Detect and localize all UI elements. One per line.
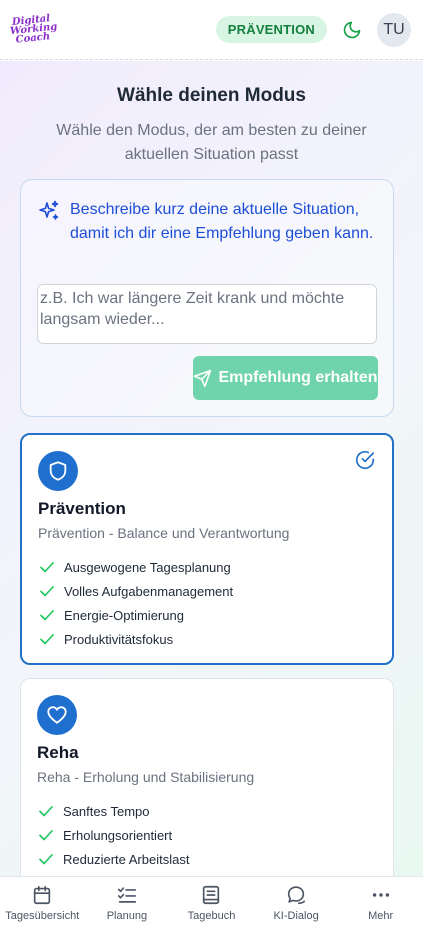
- get-recommendation-label: Empfehlung erhalten: [218, 369, 378, 386]
- situation-input[interactable]: [37, 284, 377, 344]
- check-icon: [40, 634, 54, 645]
- header-actions: PRÄVENTION TU: [215, 12, 411, 47]
- recommendation-prompt: Beschreibe kurz deine aktuelle Situation…: [70, 201, 374, 242]
- main-content: Wähle deinen Modus Wähle den Modus, der …: [0, 61, 423, 876]
- nav-item-ki-dialog[interactable]: KI-Dialog: [254, 877, 339, 927]
- nav-label: KI-Dialog: [273, 910, 319, 922]
- selected-check-icon: [354, 449, 378, 473]
- check-icon: [40, 586, 54, 597]
- calendar-icon: [34, 885, 51, 905]
- nav-item-mehr[interactable]: Mehr: [338, 877, 423, 927]
- app-header: Digital Working Coach PRÄVENTION TU: [0, 0, 423, 60]
- feature-text: Produktivitätsfokus: [64, 631, 174, 647]
- nav-label: Planung: [106, 910, 148, 922]
- feature-text: Reduzierte Arbeitslast: [63, 851, 190, 867]
- shield-icon: [38, 451, 78, 491]
- feature-list: Sanftes Tempo Erholungsorientiert Reduzi…: [37, 799, 189, 871]
- mode-description: Prävention - Balance und Verantwortung: [38, 525, 290, 541]
- check-icon: [39, 806, 53, 817]
- mode-card-praevention[interactable]: Prävention Prävention - Balance und Vera…: [20, 433, 394, 665]
- mode-card-reha[interactable]: Reha Reha - Erholung und Stabilisierung …: [20, 678, 394, 876]
- feature-item: Sanftes Tempo: [37, 799, 189, 823]
- nav-label: Tagesübersicht: [5, 910, 80, 922]
- nav-item-planung[interactable]: Planung: [85, 877, 170, 927]
- page-title: Wähle deinen Modus: [117, 85, 306, 106]
- heart-icon: [37, 695, 77, 735]
- user-avatar[interactable]: TU: [377, 12, 411, 47]
- moon-icon[interactable]: [339, 17, 365, 43]
- more-dots-icon: [372, 893, 389, 897]
- feature-item: Erholungsorientiert: [37, 823, 189, 847]
- feature-text: Sanftes Tempo: [63, 803, 150, 819]
- nav-label: Tagebuch: [187, 910, 236, 922]
- nav-item-tagesuebersicht[interactable]: Tagesübersicht: [0, 877, 85, 927]
- bottom-nav: Tagesübersicht Planung Tagebuch KI-Dialo…: [0, 876, 423, 927]
- feature-text: Ausgewogene Tagesplanung: [64, 559, 231, 575]
- feature-item: Reduzierte Arbeitslast: [37, 847, 189, 871]
- logo-line-3: Coach: [15, 31, 51, 46]
- mode-name: Prävention: [38, 499, 126, 518]
- check-icon: [39, 854, 53, 865]
- feature-item: Ausgewogene Tagesplanung: [38, 555, 233, 579]
- feature-item: Produktivitätsfokus: [38, 627, 233, 651]
- send-icon: [194, 369, 212, 387]
- check-icon: [40, 562, 54, 573]
- feature-item: Volles Aufgabenmanagement: [38, 579, 233, 603]
- check-icon: [39, 830, 53, 841]
- nav-item-tagebuch[interactable]: Tagebuch: [169, 877, 254, 927]
- feature-text: Volles Aufgabenmanagement: [64, 583, 234, 599]
- feature-item: Energie-Optimierung: [38, 603, 233, 627]
- get-recommendation-button[interactable]: Empfehlung erhalten: [193, 356, 378, 400]
- checklist-icon: [117, 887, 136, 903]
- sparkle-icon: [37, 199, 61, 223]
- page-subtitle: Wähle den Modus, der am besten zu deiner…: [56, 122, 367, 163]
- nav-label: Mehr: [368, 910, 394, 922]
- app-logo[interactable]: Digital Working Coach: [9, 13, 58, 46]
- chat-icon: [287, 886, 306, 905]
- mode-description: Reha - Erholung und Stabilisierung: [37, 769, 255, 785]
- journal-icon: [203, 885, 220, 905]
- feature-list: Ausgewogene Tagesplanung Volles Aufgaben…: [38, 555, 233, 651]
- feature-text: Erholungsorientiert: [63, 827, 173, 843]
- recommendation-panel: Beschreibe kurz deine aktuelle Situation…: [20, 179, 394, 417]
- check-icon: [40, 610, 54, 621]
- mode-badge[interactable]: PRÄVENTION: [215, 16, 327, 43]
- feature-text: Energie-Optimierung: [64, 607, 184, 623]
- mode-name: Reha: [37, 743, 79, 762]
